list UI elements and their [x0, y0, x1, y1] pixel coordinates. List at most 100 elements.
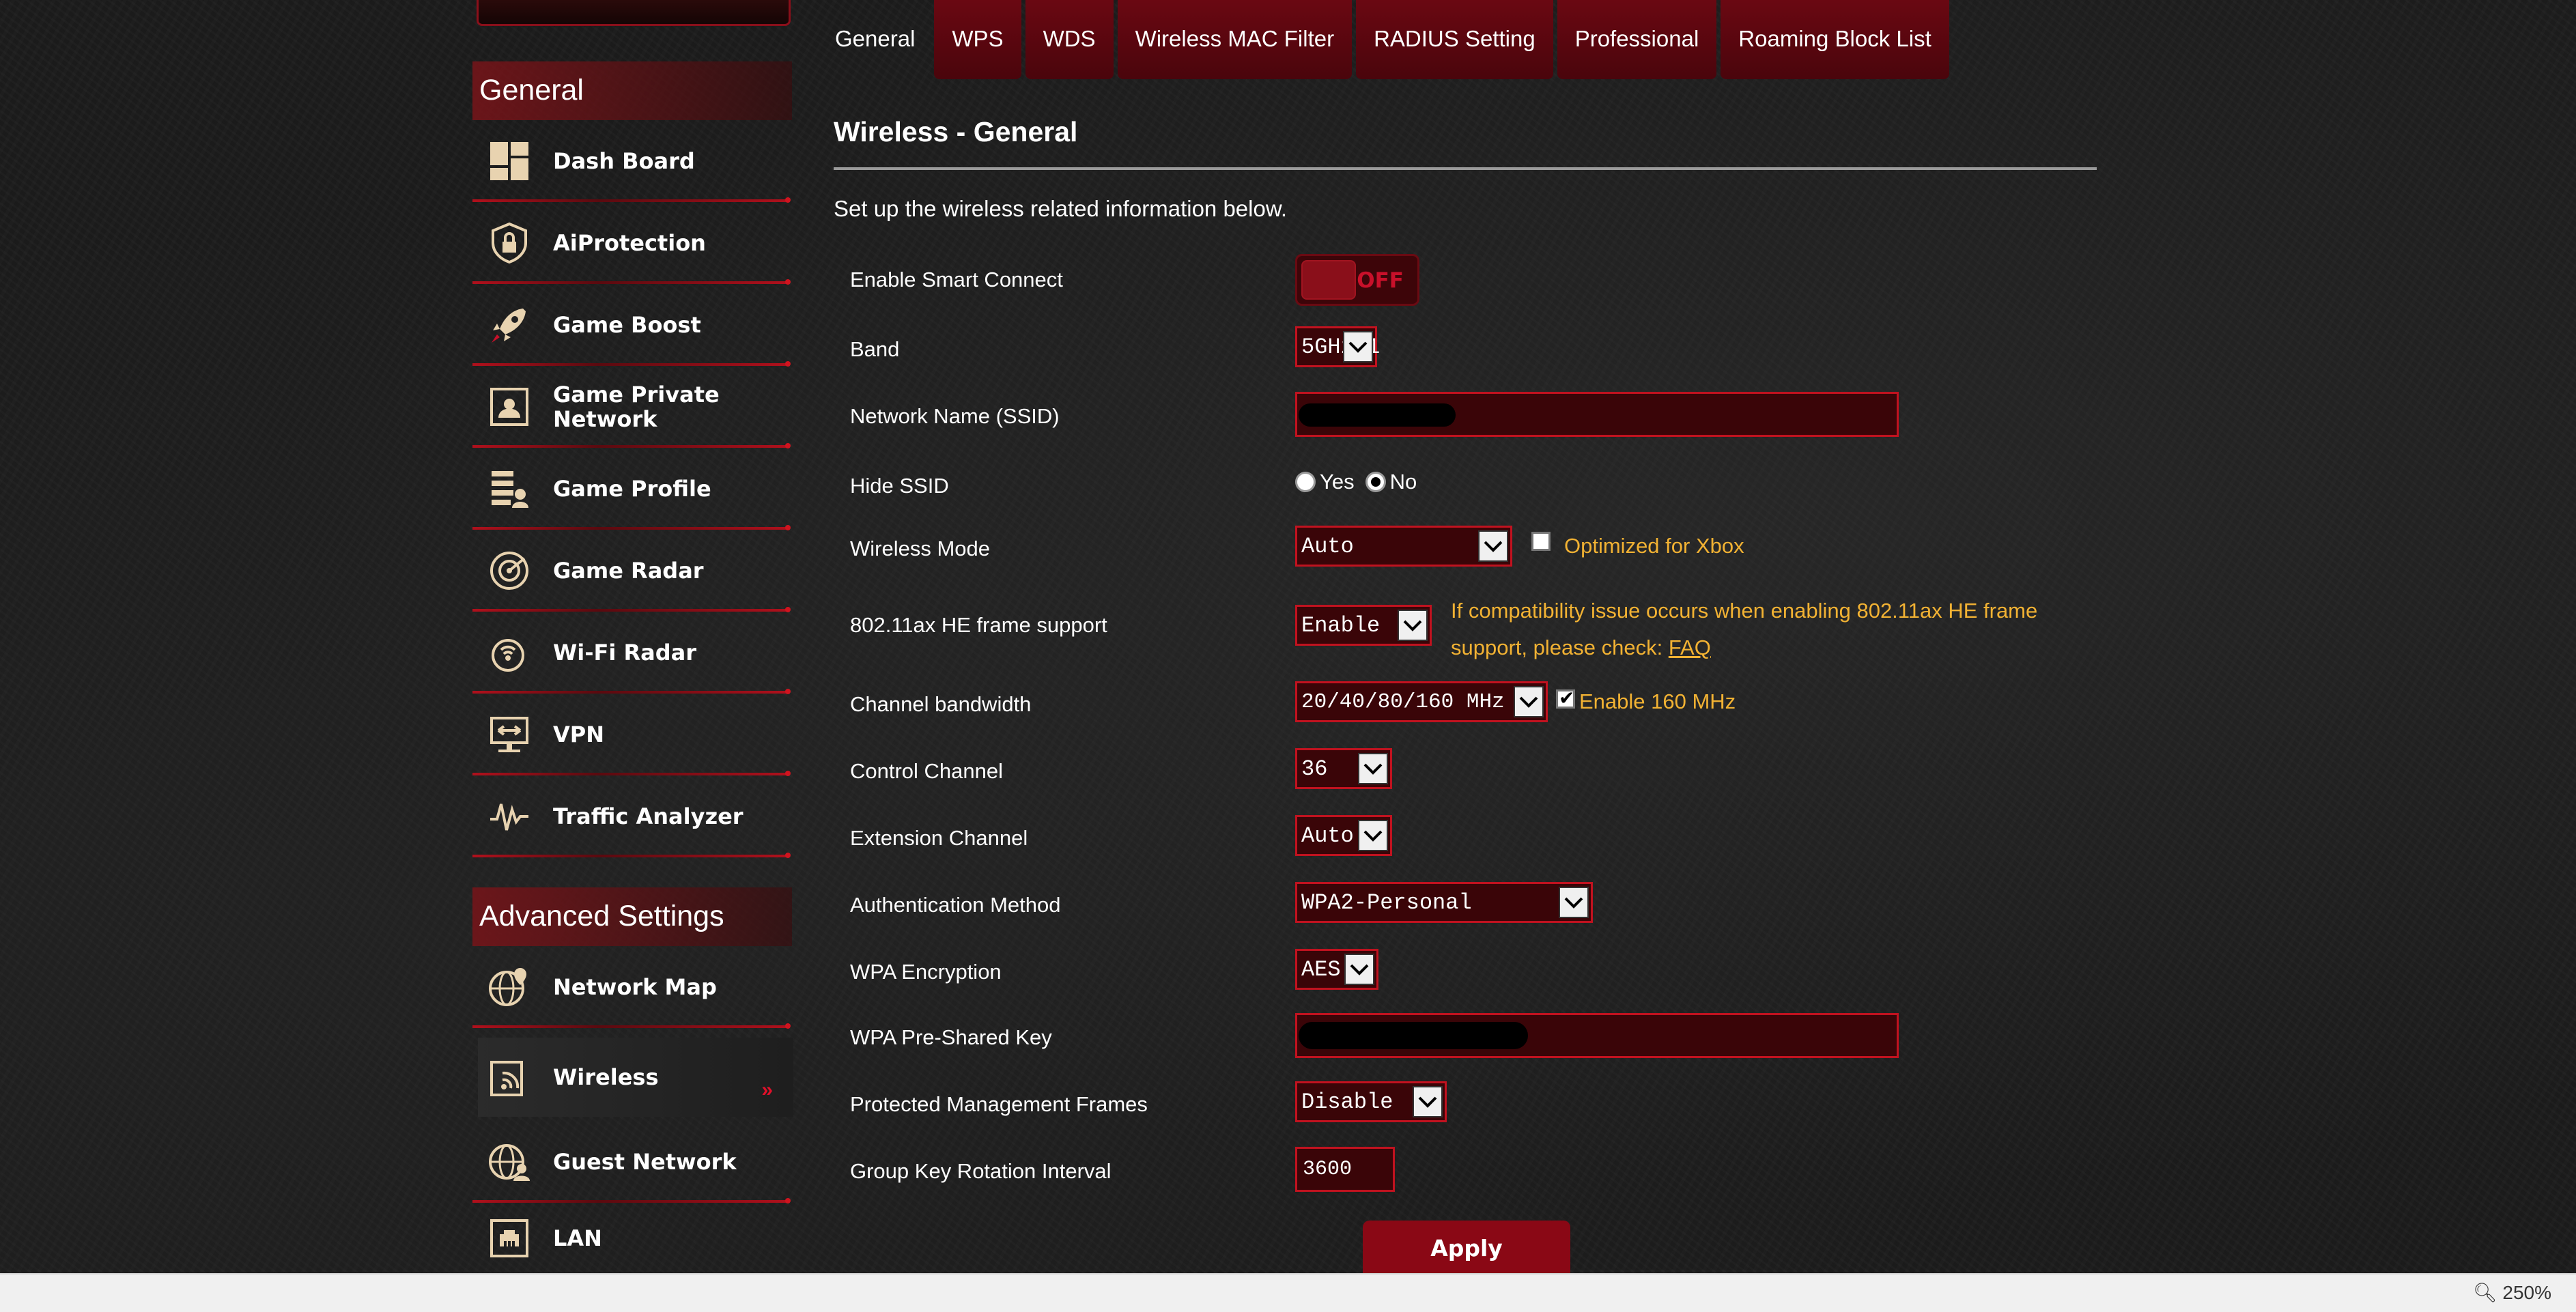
smart-connect-toggle[interactable]: OFF: [1295, 254, 1419, 306]
bandwidth-label: Channel bandwidth: [850, 692, 1032, 716]
radar-icon: [486, 547, 533, 594]
sidebar-item-guest-network[interactable]: Guest Network: [472, 1121, 792, 1203]
sidebar: General Dash Board AiProtection Game Boo…: [472, 0, 793, 1273]
zoom-level[interactable]: 🔍︎ 250%: [2473, 1281, 2551, 1304]
page-description: Set up the wireless related information …: [834, 196, 1288, 221]
tab-roaming-block-list[interactable]: Roaming Block List: [1721, 0, 1949, 79]
psk-input[interactable]: [1295, 1013, 1899, 1058]
xbox-checkbox[interactable]: [1531, 532, 1551, 551]
bandwidth-value: 20/40/80/160 MHz: [1301, 689, 1505, 714]
sidebar-item-label: Wireless: [553, 1064, 659, 1090]
sidebar-item-label: Guest Network: [553, 1149, 737, 1175]
tab-bar: General WPS WDS Wireless MAC Filter RADI…: [823, 0, 1953, 82]
lan-port-icon: [486, 1215, 533, 1261]
faq-link[interactable]: FAQ: [1669, 636, 1711, 659]
hide-ssid-no-label: No: [1389, 470, 1417, 494]
sidebar-item-aiprotection[interactable]: AiProtection: [472, 202, 792, 285]
control-channel-value: 36: [1301, 756, 1328, 782]
private-network-icon: [486, 384, 533, 430]
sidebar-item-label: Wi-Fi Radar: [553, 640, 697, 666]
pmf-select[interactable]: Disable: [1295, 1081, 1447, 1122]
ssid-label: Network Name (SSID): [850, 404, 1060, 428]
psk-label: WPA Pre-Shared Key: [850, 1025, 1052, 1049]
pmf-value: Disable: [1301, 1089, 1393, 1115]
tab-wps[interactable]: WPS: [934, 0, 1021, 79]
sidebar-item-game-private-network[interactable]: Game Private Network: [472, 366, 792, 448]
chevron-down-icon: [1514, 686, 1544, 717]
shield-lock-icon: [486, 220, 533, 266]
hide-ssid-no-radio[interactable]: [1365, 472, 1386, 492]
zoom-icon: 🔍︎: [2473, 1282, 2503, 1303]
chevron-down-icon: [1478, 530, 1508, 562]
sidebar-header-general: General: [472, 61, 792, 120]
group-key-input[interactable]: 3600: [1295, 1147, 1395, 1192]
sidebar-item-dashboard[interactable]: Dash Board: [472, 120, 792, 203]
he-frame-select[interactable]: Enable: [1295, 605, 1432, 646]
main-content: Wireless - General Set up the wireless r…: [834, 116, 2097, 222]
chevron-down-icon: [1343, 331, 1373, 362]
sidebar-item-label: Dash Board: [553, 148, 695, 174]
wpa-encryption-value: AES: [1301, 956, 1341, 982]
tab-wireless-mac-filter[interactable]: Wireless MAC Filter: [1117, 0, 1353, 79]
auth-method-select[interactable]: WPA2-Personal: [1295, 882, 1593, 923]
rocket-icon: [486, 302, 533, 348]
dashboard-icon: [486, 138, 533, 184]
tab-professional[interactable]: Professional: [1557, 0, 1717, 79]
zoom-value: 250%: [2502, 1282, 2551, 1303]
he-frame-hint: If compatibility issue occurs when enabl…: [1451, 593, 2052, 666]
globe-pin-icon: [486, 964, 533, 1010]
band-select[interactable]: 5GHz-1: [1295, 326, 1380, 367]
wireless-mode-select[interactable]: Auto: [1295, 526, 1512, 567]
sidebar-item-label: Network Map: [553, 974, 717, 1000]
hide-ssid-yes-radio[interactable]: [1295, 472, 1316, 492]
ssid-input[interactable]: [1295, 392, 1899, 437]
sidebar-item-game-profile[interactable]: Game Profile: [472, 448, 792, 530]
wireless-icon: [486, 1054, 533, 1100]
sidebar-item-lan[interactable]: LAN: [472, 1203, 792, 1273]
browser-status-bar: 🔍︎ 250%: [0, 1273, 2576, 1312]
traffic-icon: [486, 793, 533, 840]
sidebar-item-network-map[interactable]: Network Map: [472, 946, 792, 1029]
tab-wds[interactable]: WDS: [1025, 0, 1114, 79]
active-arrow-icon: »: [761, 1079, 773, 1101]
sidebar-item-label: AiProtection: [553, 230, 706, 256]
he-frame-label: 802.11ax HE frame support: [850, 613, 1107, 637]
tab-general[interactable]: General: [823, 0, 930, 79]
he-frame-value: Enable: [1301, 612, 1381, 638]
vpn-icon: [486, 711, 533, 758]
hide-ssid-label: Hide SSID: [850, 474, 949, 498]
wireless-mode-value: Auto: [1301, 533, 1354, 559]
sidebar-header-advanced: Advanced Settings: [472, 887, 792, 946]
sidebar-item-label: Game Radar: [553, 558, 704, 584]
enable160-checkbox[interactable]: [1556, 687, 1575, 709]
wpa-encryption-select[interactable]: AES: [1295, 949, 1378, 990]
wifi-radar-icon: [486, 629, 533, 676]
sidebar-item-wifi-radar[interactable]: Wi-Fi Radar: [472, 612, 792, 694]
bandwidth-select[interactable]: 20/40/80/160 MHz: [1295, 681, 1548, 722]
pmf-label: Protected Management Frames: [850, 1092, 1148, 1116]
enable160-label: Enable 160 MHz: [1579, 689, 1736, 713]
tab-radius-setting[interactable]: RADIUS Setting: [1356, 0, 1553, 79]
chevron-down-icon: [1559, 887, 1589, 918]
sidebar-item-game-radar[interactable]: Game Radar: [472, 530, 792, 612]
wireless-mode-label: Wireless Mode: [850, 537, 990, 560]
sidebar-item-wireless[interactable]: Wireless »: [478, 1038, 793, 1117]
sidebar-item-vpn[interactable]: VPN: [472, 694, 792, 776]
sidebar-item-traffic-analyzer[interactable]: Traffic Analyzer: [472, 775, 792, 858]
sidebar-item-label: Game Profile: [553, 476, 711, 502]
extension-channel-value: Auto: [1301, 823, 1354, 848]
title-divider: [834, 167, 2097, 170]
control-channel-select[interactable]: 36: [1295, 748, 1392, 789]
apply-button[interactable]: Apply: [1363, 1221, 1570, 1275]
chevron-down-icon: [1413, 1086, 1443, 1117]
wpa-encryption-label: WPA Encryption: [850, 960, 1002, 984]
extension-channel-select[interactable]: Auto: [1295, 815, 1392, 856]
chevron-down-icon: [1398, 610, 1428, 641]
toggle-state: OFF: [1357, 268, 1404, 293]
page-title: Wireless - General: [834, 116, 1078, 147]
chevron-down-icon: [1358, 753, 1388, 784]
redacted-block: [1299, 1022, 1528, 1049]
chevron-down-icon: [1344, 954, 1374, 985]
sidebar-item-game-boost[interactable]: Game Boost: [472, 284, 792, 367]
hide-ssid-yes-label: Yes: [1320, 470, 1355, 494]
